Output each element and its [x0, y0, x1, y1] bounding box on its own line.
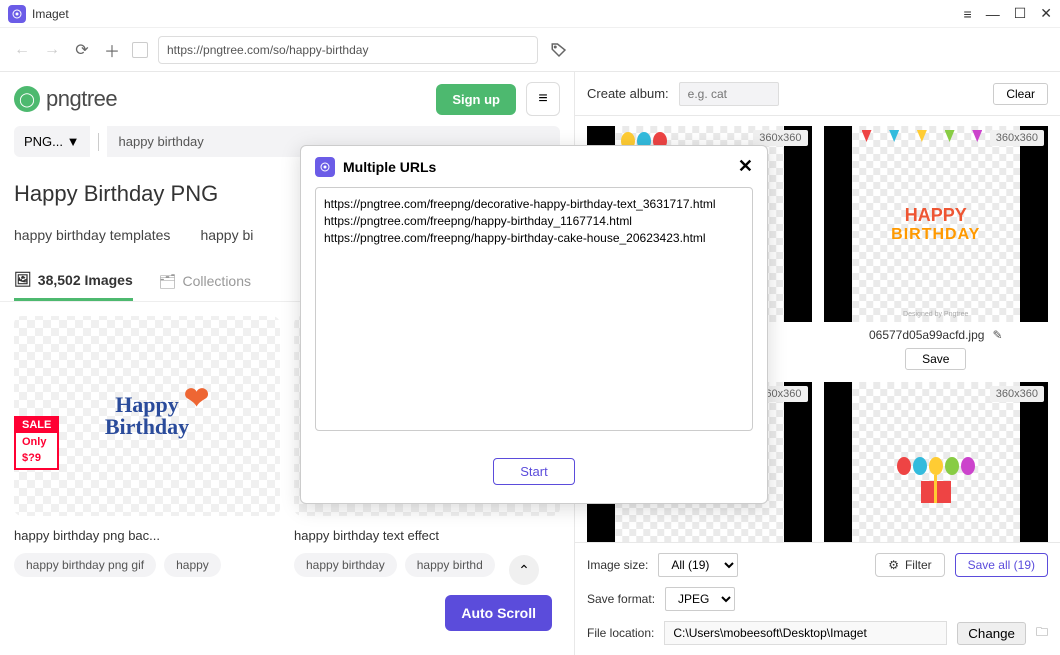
- urls-textarea[interactable]: https://pngtree.com/freepng/decorative-h…: [315, 187, 753, 431]
- tag-icon[interactable]: [548, 39, 570, 61]
- scroll-top-icon[interactable]: ⌃: [509, 555, 539, 585]
- signup-button[interactable]: Sign up: [436, 84, 516, 115]
- album-label: Create album:: [587, 86, 669, 101]
- brand-text: pngtree: [46, 86, 117, 112]
- close-icon[interactable]: ✕: [1040, 5, 1052, 22]
- dialog-close-icon[interactable]: ✕: [738, 156, 753, 177]
- image-size-select[interactable]: All (19): [658, 553, 738, 577]
- forward-icon[interactable]: →: [42, 40, 62, 60]
- add-tab-icon[interactable]: ＋: [102, 40, 122, 60]
- app-logo: [8, 5, 26, 23]
- back-icon[interactable]: ←: [12, 40, 32, 60]
- save-all-button[interactable]: Save all (19): [955, 553, 1048, 577]
- maximize-icon[interactable]: ☐: [1014, 5, 1027, 22]
- image-size-label: Image size:: [587, 558, 648, 572]
- dialog-logo-icon: [315, 157, 335, 177]
- filter-button[interactable]: ⚙ Filter: [875, 553, 944, 577]
- site-menu-icon[interactable]: ≡: [526, 82, 560, 116]
- browser-toolbar: ← → ⟳ ＋: [0, 28, 1060, 72]
- save-button[interactable]: Save: [905, 348, 966, 370]
- image-thumbnail[interactable]: Designed by Pngtree 360x360: [824, 382, 1049, 542]
- result-card[interactable]: SALE Only $?9 Happy❤Birthday happy birth…: [14, 316, 280, 577]
- image-filename: 06577d05a99acfd.jpg: [869, 328, 984, 342]
- dimension-badge: 360x360: [990, 386, 1044, 402]
- tab-images[interactable]: 🖼 38,502 Images: [14, 263, 133, 301]
- site-brand[interactable]: ◯ pngtree: [14, 86, 117, 112]
- multiple-urls-dialog: Multiple URLs ✕ https://pngtree.com/free…: [300, 145, 768, 504]
- url-bar[interactable]: [158, 36, 538, 64]
- dimension-badge: 360x360: [753, 130, 807, 146]
- tab-collections[interactable]: 🗂 Collections: [159, 265, 251, 300]
- format-select[interactable]: JPEG: [665, 587, 735, 611]
- minimize-icon[interactable]: —: [986, 6, 1000, 22]
- titlebar: Imaget ≡ — ☐ ✕: [0, 0, 1060, 28]
- card-title: happy birthday text effect: [294, 528, 560, 543]
- tag-pill[interactable]: happy: [164, 553, 221, 577]
- image-icon: 🖼: [14, 271, 32, 288]
- image-card: HAPPYBIRTHDAY Designed by Pngtree 360x36…: [824, 126, 1049, 370]
- page-icon[interactable]: [132, 42, 148, 58]
- auto-scroll-button[interactable]: Auto Scroll: [445, 595, 552, 631]
- menu-icon[interactable]: ≡: [964, 6, 972, 22]
- location-input[interactable]: [664, 621, 947, 645]
- suggestion-tag[interactable]: happy birthday templates: [14, 227, 170, 243]
- app-title: Imaget: [32, 7, 964, 21]
- folder-icon: 🗂: [159, 273, 177, 290]
- tag-pill[interactable]: happy birthday png gif: [14, 553, 156, 577]
- dimension-badge: 360x360: [990, 130, 1044, 146]
- album-input[interactable]: [679, 82, 779, 106]
- image-thumbnail[interactable]: HAPPYBIRTHDAY Designed by Pngtree 360x36…: [824, 126, 1049, 322]
- clear-button[interactable]: Clear: [993, 83, 1048, 105]
- open-folder-icon[interactable]: 🗀: [1036, 623, 1048, 644]
- change-button[interactable]: Change: [957, 622, 1026, 645]
- format-label: Save format:: [587, 592, 655, 606]
- dialog-title: Multiple URLs: [343, 159, 730, 175]
- tag-pill[interactable]: happy birthday: [294, 553, 397, 577]
- thumbnail-art: Happy❤Birthday: [105, 394, 189, 438]
- sale-badge: SALE Only $?9: [14, 416, 59, 470]
- start-button[interactable]: Start: [493, 458, 574, 485]
- filter-icon: ⚙: [888, 558, 899, 572]
- brand-logo-icon: ◯: [14, 86, 40, 112]
- image-card: Designed by Pngtree 360x360 185765414712…: [824, 382, 1049, 542]
- reload-icon[interactable]: ⟳: [72, 40, 92, 60]
- format-filter-select[interactable]: PNG... ▼: [14, 126, 90, 157]
- tag-pill[interactable]: happy birthd: [405, 553, 495, 577]
- location-label: File location:: [587, 626, 654, 640]
- suggestion-tag[interactable]: happy bi: [200, 227, 253, 243]
- edit-icon[interactable]: ✎: [992, 328, 1002, 342]
- card-title: happy birthday png bac...: [14, 528, 280, 543]
- url-input[interactable]: [167, 43, 529, 57]
